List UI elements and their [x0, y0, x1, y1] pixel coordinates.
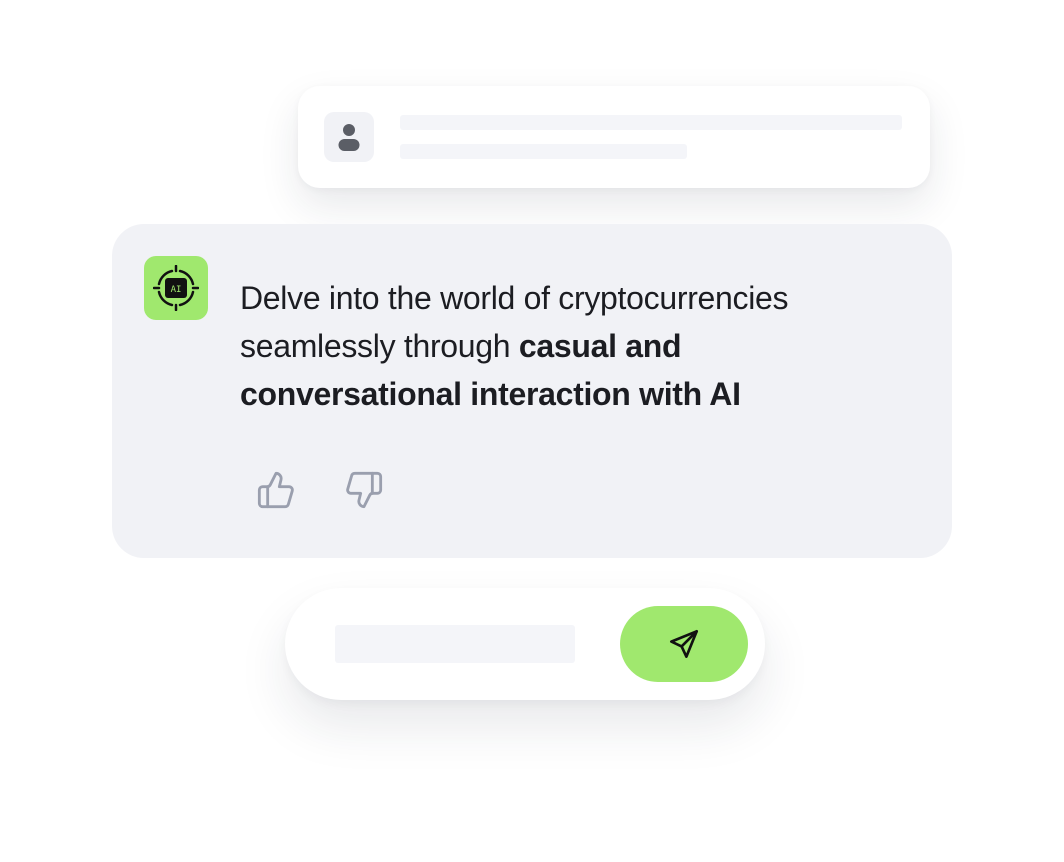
message-placeholder-line: [400, 115, 902, 130]
user-message-card: [298, 86, 930, 188]
dislike-button[interactable]: [342, 468, 386, 512]
ai-avatar: AI: [144, 256, 208, 320]
send-icon: [670, 630, 698, 658]
ai-message-card: AI Delve into the world of cryptocurrenc…: [112, 224, 952, 558]
thumbs-down-icon: [346, 471, 383, 509]
message-placeholder-line: [400, 144, 687, 159]
message-input[interactable]: [335, 625, 575, 663]
send-button[interactable]: [620, 606, 748, 682]
user-icon: [338, 124, 360, 151]
ai-chip-icon: AI: [153, 265, 199, 311]
thumbs-up-icon: [257, 471, 294, 509]
user-avatar: [324, 112, 374, 162]
like-button[interactable]: [254, 468, 298, 512]
message-composer: [285, 588, 765, 700]
ai-response-regular-text: Delve into the world of cryptocurrencies…: [240, 280, 789, 364]
ai-response-text: Delve into the world of cryptocurrencies…: [240, 274, 880, 418]
ai-avatar-label: AI: [171, 285, 182, 295]
